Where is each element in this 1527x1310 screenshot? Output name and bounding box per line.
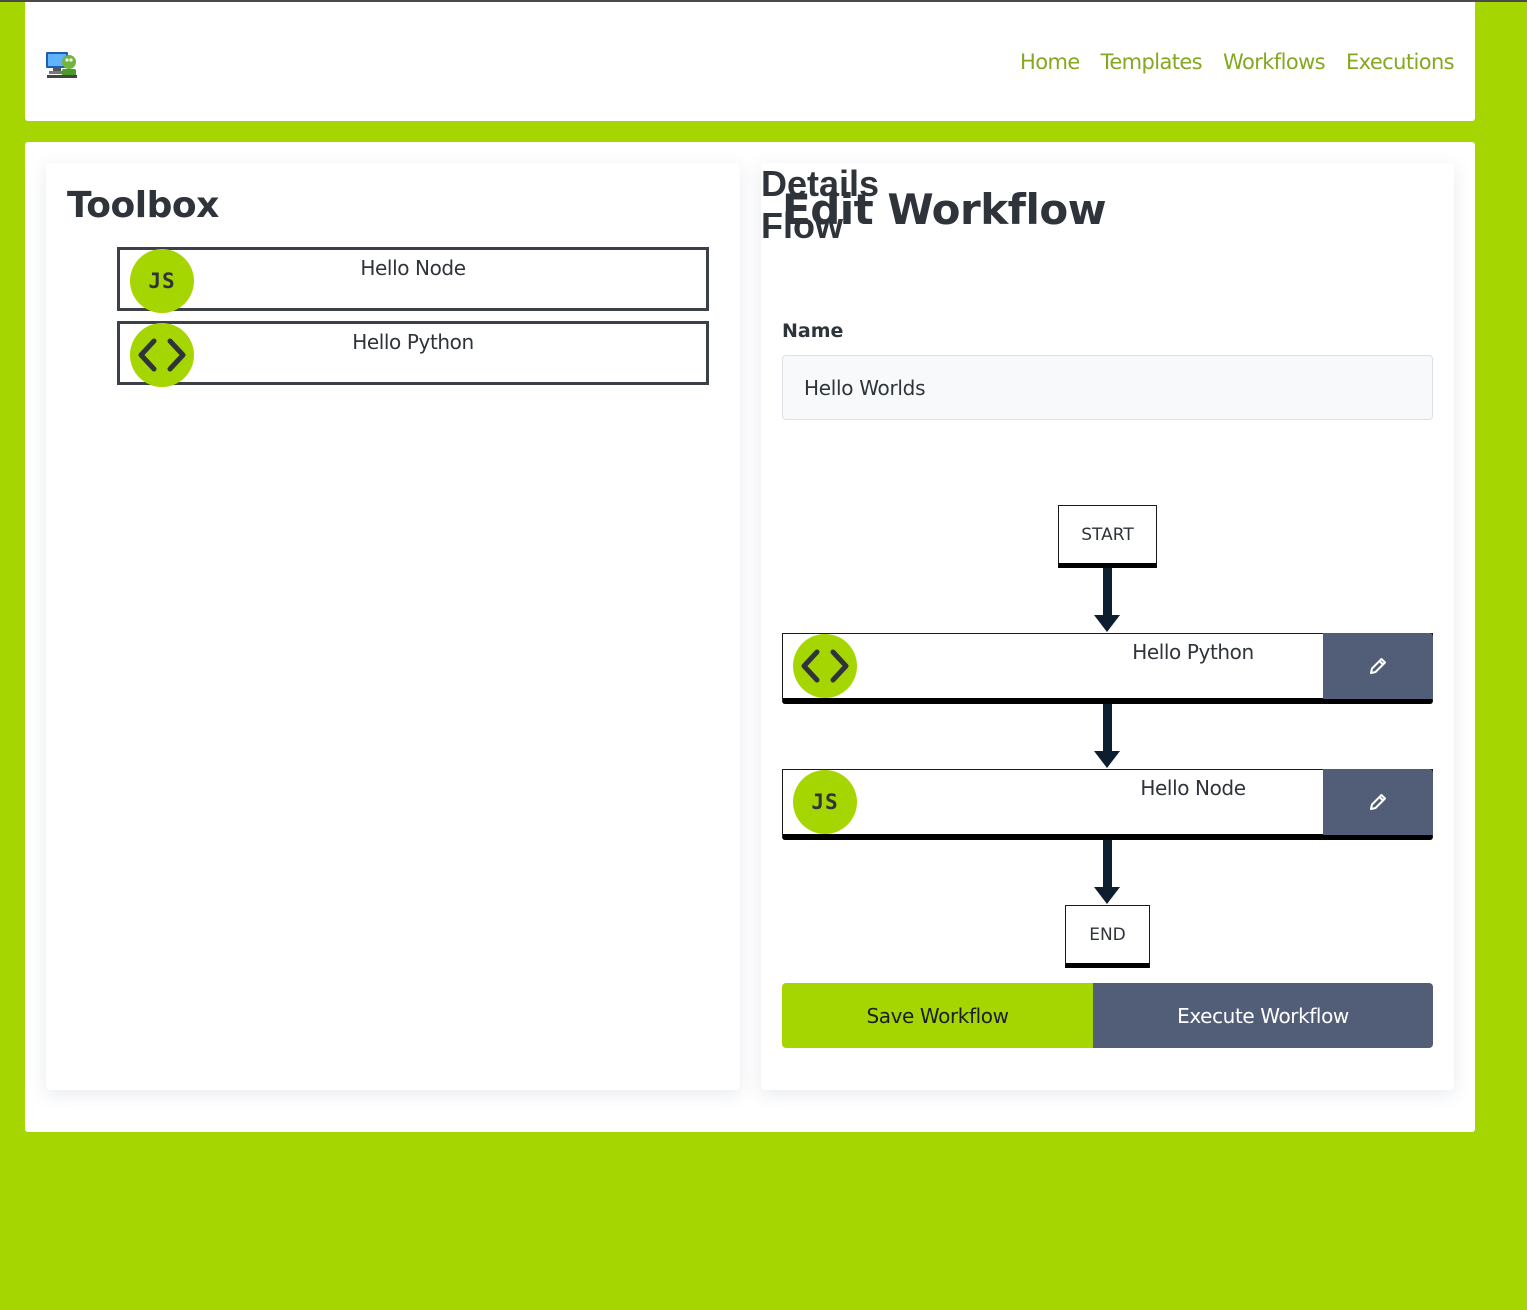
flow-node-label: Hello Python [1132,640,1254,664]
edit-workflow-panel: Edit Workflow Details Name Flow START He… [761,163,1454,1090]
toolbox-item-hello-node[interactable]: JS Hello Node [117,247,709,313]
code-brackets-icon [793,634,857,698]
js-icon-text: JS [811,790,839,814]
toolbox-item-label: Hello Node [360,256,466,280]
toolbox-item-label: Hello Python [352,330,474,354]
nav-executions[interactable]: Executions [1346,50,1455,74]
flow-arrow [1094,704,1120,768]
pencil-icon [1370,794,1386,810]
flow-arrow [1094,568,1120,632]
js-icon: JS [793,770,857,834]
edit-node-button[interactable] [1323,633,1433,699]
execute-workflow-button[interactable]: Execute Workflow [1093,983,1433,1048]
nav-home[interactable]: Home [1020,50,1080,74]
top-navbar: Home Templates Workflows Executions [25,2,1475,121]
toolbox-title: Toolbox [67,185,219,226]
main-nav: Home Templates Workflows Executions [1020,50,1455,74]
workflow-name-input[interactable] [782,355,1433,420]
save-workflow-button[interactable]: Save Workflow [782,983,1093,1048]
toolbox-item-hello-python[interactable]: Hello Python [117,321,709,387]
flow-end: END [1065,905,1150,968]
flow-node-hello-node[interactable]: JS Hello Node [782,769,1433,840]
name-label: Name [782,320,844,342]
flow-arrow [1094,840,1120,904]
flow-node-label: Hello Node [1140,776,1246,800]
toolbox-panel: Toolbox JS Hello Node Hello Python [46,163,740,1090]
pencil-icon [1370,658,1386,674]
nav-workflows[interactable]: Workflows [1223,50,1326,74]
flow-start: START [1058,505,1157,568]
robot-computer-logo-icon[interactable] [45,48,79,80]
workflow-actions: Save Workflow Execute Workflow [782,983,1433,1048]
page-title: Edit Workflow [782,185,1107,234]
edit-node-button[interactable] [1323,769,1433,835]
main-content: Toolbox JS Hello Node Hello Python Edit … [25,142,1475,1132]
flow-node-hello-python[interactable]: Hello Python [782,633,1433,704]
nav-templates[interactable]: Templates [1101,50,1203,74]
